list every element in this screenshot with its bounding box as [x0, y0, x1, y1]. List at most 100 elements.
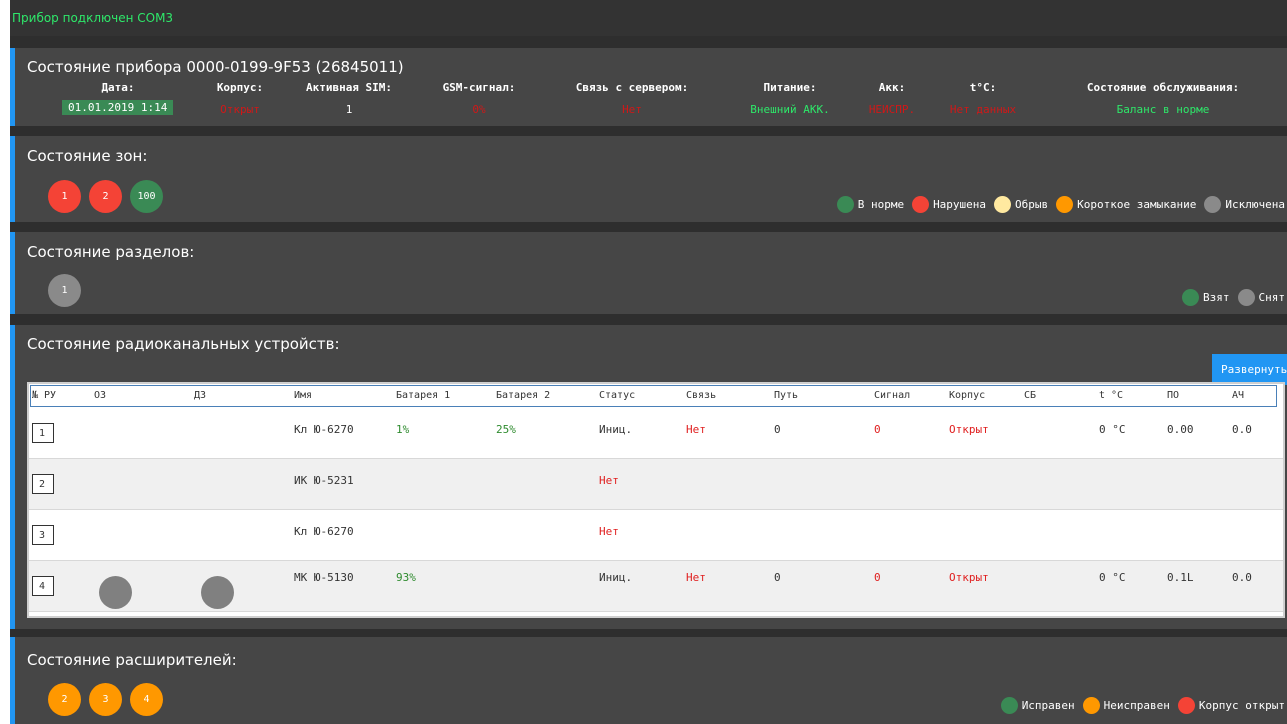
column-header[interactable]: Сигнал: [874, 390, 910, 401]
expand-button[interactable]: Развернуть: [1212, 354, 1287, 385]
cell-status: Иниц.: [599, 423, 633, 436]
zone-indicator[interactable]: 2: [89, 180, 122, 213]
legend-label: Короткое замыкание: [1077, 198, 1197, 211]
table-row[interactable]: 2 ИК Ю-5231 Нет: [29, 459, 1283, 510]
device-field-label: Состояние обслуживания:: [1086, 81, 1240, 94]
section-gap: [10, 126, 1287, 136]
cell-case: Открыт: [949, 423, 989, 436]
legend-label: Исправен: [1021, 699, 1075, 712]
device-field-value: Нет: [622, 103, 642, 116]
cell-name: Кл Ю-6270: [294, 423, 354, 436]
cell-fw: 0.00: [1167, 423, 1194, 436]
column-header[interactable]: Батарея 1: [396, 390, 450, 401]
column-header[interactable]: t °C: [1099, 390, 1123, 401]
connection-status-bar: Прибор подключен COM3: [10, 0, 1287, 36]
legend-dot-icon: [1182, 289, 1199, 306]
legend-dot-icon: [836, 196, 854, 213]
device-number-box[interactable]: 1: [32, 423, 54, 443]
device-number-box[interactable]: 3: [32, 525, 54, 545]
cell-ach: 0.0: [1232, 571, 1252, 584]
zone-legend-item: Обрыв: [994, 196, 1048, 213]
expanders-panel: Состояние расширителей: 234 Исправен Неис…: [10, 637, 1287, 724]
legend-dot-icon: [1082, 697, 1100, 714]
cell-bat1: 93%: [396, 571, 416, 584]
table-row[interactable]: 1 Кл Ю-6270 1% 25% Иниц. Нет 0 0 Открыт 0 °C 0.00 0…: [29, 408, 1283, 459]
partition-legend-item: Снят: [1237, 289, 1286, 306]
cell-signal: 0: [874, 571, 881, 584]
zone-indicator[interactable]: 100: [130, 180, 163, 213]
cell-ach: 0.0: [1232, 423, 1252, 436]
dz-zone-indicator[interactable]: [201, 576, 234, 609]
cell-link: Нет: [686, 423, 706, 436]
partition-indicator[interactable]: 1: [48, 274, 81, 307]
legend-label: В норме: [857, 198, 905, 211]
column-header[interactable]: ОЗ: [94, 390, 106, 401]
cell-status: Нет: [599, 525, 619, 538]
cell-bat1: 1%: [396, 423, 410, 436]
expanders-title: Состояние расширителей:: [27, 651, 237, 669]
oz-zone-indicator[interactable]: [99, 576, 132, 609]
zones-panel: Состояние зон: 1 2 100 В норме Нарушена Обры…: [10, 136, 1287, 222]
partitions-panel: Состояние разделов: 1 Взят Снят: [10, 232, 1287, 314]
radio-devices-title: Состояние радиоканальных устройств:: [27, 335, 340, 353]
column-header[interactable]: Имя: [294, 390, 312, 401]
device-state-panel: Состояние прибора 0000-0199-9F53 (268450…: [10, 48, 1287, 126]
table-row[interactable]: 4 МК Ю-5130 93% Иниц. Нет 0 0 Открыт 0 °C 0.1L 0.0: [29, 561, 1283, 612]
zone-legend-item: Нарушена: [912, 196, 986, 213]
column-header[interactable]: Статус: [599, 390, 635, 401]
cell-bat2: 25%: [496, 423, 516, 436]
column-header[interactable]: ДЗ: [194, 390, 206, 401]
cell-link: Нет: [686, 571, 706, 584]
legend-dot-icon: [1237, 289, 1255, 306]
column-header[interactable]: Корпус: [949, 390, 985, 401]
expander-indicator[interactable]: 4: [130, 683, 163, 716]
expander-legend-item: Исправен: [1000, 697, 1075, 714]
zones-legend: В норме Нарушена Обрыв Короткое замыкание Ис…: [833, 196, 1285, 213]
legend-dot-icon: [1000, 697, 1018, 714]
table-row[interactable]: 3 Кл Ю-6270 Нет: [29, 510, 1283, 561]
zone-legend-item: В норме: [836, 196, 905, 213]
column-header[interactable]: ПО: [1167, 390, 1179, 401]
cell-case: Открыт: [949, 571, 989, 584]
expander-legend-item: Неисправен: [1082, 697, 1170, 714]
section-gap: [10, 314, 1287, 325]
section-gap: [10, 629, 1287, 637]
device-number-box[interactable]: 2: [32, 474, 54, 494]
cell-name: Кл Ю-6270: [294, 525, 354, 538]
expander-indicator[interactable]: 2: [48, 683, 81, 716]
section-gap: [10, 36, 1287, 48]
column-header[interactable]: Путь: [774, 390, 798, 401]
cell-path: 0: [774, 423, 781, 436]
zone-legend-item: Исключена: [1204, 196, 1285, 213]
table-header: № РУ ОЗ ДЗ Имя Батарея 1 Батарея 2 Статус Связь…: [30, 385, 1277, 407]
device-number-box[interactable]: 4: [32, 576, 54, 596]
device-state-title: Состояние прибора 0000-0199-9F53 (268450…: [27, 58, 404, 76]
column-header[interactable]: Связь: [686, 390, 716, 401]
cell-name: ИК Ю-5231: [294, 474, 354, 487]
column-header[interactable]: Батарея 2: [496, 390, 550, 401]
column-header[interactable]: № РУ: [32, 390, 56, 401]
device-field-value: Баланс в норме: [1116, 103, 1210, 116]
column-header[interactable]: СБ: [1024, 390, 1036, 401]
legend-dot-icon: [1204, 196, 1222, 213]
zone-indicator[interactable]: 1: [48, 180, 81, 213]
column-header[interactable]: АЧ: [1232, 390, 1244, 401]
cell-temp: 0 °C: [1099, 571, 1126, 584]
connection-status-text: Прибор подключен COM3: [12, 11, 174, 25]
radio-devices-panel: Состояние радиоканальных устройств: Разв…: [10, 325, 1287, 629]
device-field-label: Связь с сервером:: [575, 81, 689, 94]
legend-label: Взят: [1203, 291, 1230, 304]
cell-status: Иниц.: [599, 571, 633, 584]
cell-status: Нет: [599, 474, 619, 487]
legend-dot-icon: [1056, 196, 1074, 213]
device-field-value: Нет данных: [949, 103, 1017, 116]
legend-label: Снят: [1258, 291, 1286, 304]
legend-label: Неисправен: [1103, 699, 1170, 712]
legend-label: Нарушена: [933, 198, 987, 211]
partition-legend-item: Взят: [1182, 289, 1230, 306]
expander-indicator[interactable]: 3: [89, 683, 122, 716]
section-gap: [10, 222, 1287, 232]
legend-dot-icon: [1177, 697, 1195, 714]
cell-temp: 0 °C: [1099, 423, 1126, 436]
device-field-label: t°C:: [969, 81, 997, 94]
